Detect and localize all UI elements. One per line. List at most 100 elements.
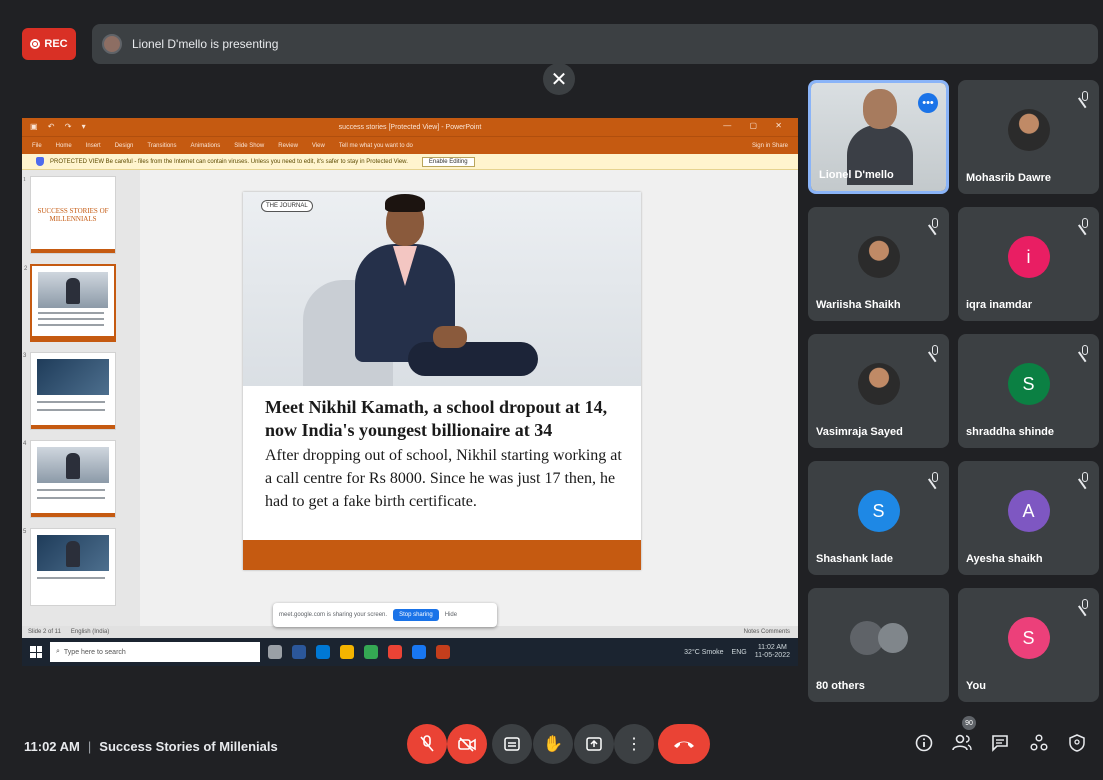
slide-text: Meet Nikhil Kamath, a school dropout at … bbox=[265, 396, 625, 513]
windows-start-icon[interactable] bbox=[30, 646, 42, 658]
ribbon-tab[interactable]: Transitions bbox=[147, 143, 176, 149]
ppt-status-bar: Slide 2 of 11 English (India) Notes Comm… bbox=[22, 626, 798, 638]
task-view-icon[interactable] bbox=[268, 645, 282, 659]
mic-off-icon bbox=[1079, 471, 1089, 487]
raise-hand-button[interactable]: ✋ bbox=[533, 724, 573, 764]
participant-tile[interactable]: S Shashank lade bbox=[808, 461, 949, 575]
mic-off-icon bbox=[1079, 90, 1089, 106]
store-icon[interactable] bbox=[316, 645, 330, 659]
slide-thumb-4[interactable]: 4 bbox=[23, 440, 116, 518]
slide-body: After dropping out of school, Nikhil sta… bbox=[265, 447, 622, 510]
meeting-info: 11:02 AM | Success Stories of Millenials bbox=[24, 739, 278, 754]
participant-name: iqra inamdar bbox=[966, 299, 1033, 311]
avatar bbox=[857, 363, 900, 406]
chrome-icon[interactable] bbox=[364, 645, 378, 659]
camera-off-icon bbox=[458, 737, 476, 752]
raise-hand-icon: ✋ bbox=[543, 736, 563, 753]
facebook-icon[interactable] bbox=[412, 645, 426, 659]
participant-name: You bbox=[966, 680, 986, 692]
activities-button[interactable] bbox=[1028, 732, 1050, 754]
participant-tile[interactable]: S You bbox=[958, 588, 1099, 702]
participant-tile[interactable]: i iqra inamdar bbox=[958, 207, 1099, 321]
participant-tile[interactable]: Sshraddha shinde bbox=[958, 334, 1099, 448]
slide-photo: THE JOURNAL bbox=[243, 192, 641, 386]
meeting-info-button[interactable] bbox=[913, 732, 935, 754]
enable-editing-button[interactable]: Enable Editing bbox=[421, 156, 475, 167]
ribbon-tab[interactable]: Design bbox=[115, 143, 134, 149]
people-icon bbox=[952, 734, 972, 751]
participant-name: Mohasrib Dawre bbox=[966, 172, 1051, 184]
slide-thumb-1[interactable]: 1 SUCCESS STORIES OF MILLENNIALS bbox=[23, 176, 116, 254]
powerpoint-icon[interactable] bbox=[436, 645, 450, 659]
system-tray: 32°C Smoke ENG 11:02 AM 11-05-2022 bbox=[684, 644, 790, 659]
captions-button[interactable] bbox=[492, 724, 532, 764]
ribbon-tab[interactable]: Tell me what you want to do bbox=[339, 143, 413, 149]
hide-button[interactable]: Hide bbox=[445, 612, 457, 618]
participant-name: Wariisha Shaikh bbox=[816, 299, 901, 311]
slide-thumb-3[interactable]: 3 bbox=[23, 352, 116, 430]
participant-tile[interactable]: ••• Lionel D'mello bbox=[808, 80, 949, 194]
participant-tile[interactable]: Vasimraja Sayed bbox=[808, 334, 949, 448]
avatar: A bbox=[1007, 490, 1050, 533]
mic-off-icon bbox=[420, 735, 434, 752]
presenting-text: Lionel D'mello is presenting bbox=[132, 37, 279, 51]
activities-icon bbox=[1030, 734, 1048, 751]
mic-off-icon bbox=[1079, 217, 1089, 233]
chat-button[interactable] bbox=[989, 732, 1011, 754]
edge-icon[interactable] bbox=[292, 645, 306, 659]
recording-badge: REC bbox=[22, 28, 76, 60]
avatar bbox=[877, 623, 908, 654]
mic-toggle-button[interactable] bbox=[407, 724, 447, 764]
opera-icon[interactable] bbox=[388, 645, 402, 659]
close-presentation-button[interactable]: ✕ bbox=[543, 63, 575, 95]
stop-sharing-button[interactable]: Stop sharing bbox=[393, 609, 439, 621]
ribbon-right[interactable]: Sign in Share bbox=[752, 143, 798, 149]
thumb-title: SUCCESS STORIES OF MILLENNIALS bbox=[37, 206, 109, 223]
presenter-avatar bbox=[102, 34, 122, 54]
ribbon-tab[interactable]: Insert bbox=[86, 143, 101, 149]
ppt-title-bar: ▣ ↶ ↷ ▾ success stories [Protected View]… bbox=[22, 118, 798, 136]
ribbon-tab[interactable]: File bbox=[32, 143, 42, 149]
slide-thumb-2[interactable]: 2 bbox=[24, 264, 116, 342]
ribbon-tab[interactable]: Slide Show bbox=[234, 143, 264, 149]
shield-icon bbox=[36, 157, 44, 166]
ribbon-tab[interactable]: Animations bbox=[191, 143, 221, 149]
people-button[interactable] bbox=[951, 732, 973, 754]
slide-logo: THE JOURNAL bbox=[261, 200, 313, 212]
slide-thumbnails: 1 SUCCESS STORIES OF MILLENNIALS 2 3 4 5 bbox=[22, 170, 140, 626]
participant-name: Shashank lade bbox=[816, 553, 894, 565]
quick-access-icons: ▣ ↶ ↷ ▾ bbox=[30, 122, 90, 131]
ribbon-tab[interactable]: Home bbox=[56, 143, 72, 149]
participant-name: 80 others bbox=[816, 680, 865, 692]
protected-message: PROTECTED VIEW Be careful - files from t… bbox=[50, 158, 408, 165]
participant-name: shraddha shinde bbox=[966, 426, 1055, 438]
window-controls: — ▢ ✕ bbox=[723, 121, 790, 130]
participant-tile[interactable]: Mohasrib Dawre bbox=[958, 80, 1099, 194]
more-options-icon: ⋮ bbox=[626, 736, 642, 753]
participant-name: Lionel D'mello bbox=[819, 169, 894, 181]
host-controls-button[interactable] bbox=[1066, 732, 1088, 754]
leave-call-button[interactable] bbox=[658, 724, 710, 764]
slide-footer-band bbox=[243, 540, 641, 570]
ribbon-tab[interactable]: View bbox=[312, 143, 325, 149]
camera-toggle-button[interactable] bbox=[447, 724, 487, 764]
meeting-time: 11:02 AM bbox=[24, 739, 80, 754]
more-options-button[interactable]: ⋮ bbox=[614, 724, 654, 764]
taskbar-search[interactable]: ⌕ Type here to search bbox=[50, 642, 260, 662]
participant-count-badge: 90 bbox=[962, 716, 976, 730]
explorer-icon[interactable] bbox=[340, 645, 354, 659]
captions-icon bbox=[504, 737, 520, 751]
present-button[interactable] bbox=[574, 724, 614, 764]
avatar: S bbox=[1007, 617, 1050, 660]
mic-off-icon bbox=[929, 217, 939, 233]
present-icon bbox=[586, 737, 602, 751]
participant-tile[interactable]: 80 others bbox=[808, 588, 949, 702]
slide-thumb-5[interactable]: 5 bbox=[23, 528, 116, 606]
more-icon[interactable]: ••• bbox=[918, 93, 938, 113]
mic-off-icon bbox=[1079, 344, 1089, 360]
ribbon-tab[interactable]: Review bbox=[278, 143, 298, 149]
participant-tile[interactable]: A Ayesha shaikh bbox=[958, 461, 1099, 575]
ppt-ribbon: File Home Insert Design Transitions Animation… bbox=[22, 136, 798, 154]
avatar: S bbox=[1007, 363, 1050, 406]
participant-tile[interactable]: Wariisha Shaikh bbox=[808, 207, 949, 321]
